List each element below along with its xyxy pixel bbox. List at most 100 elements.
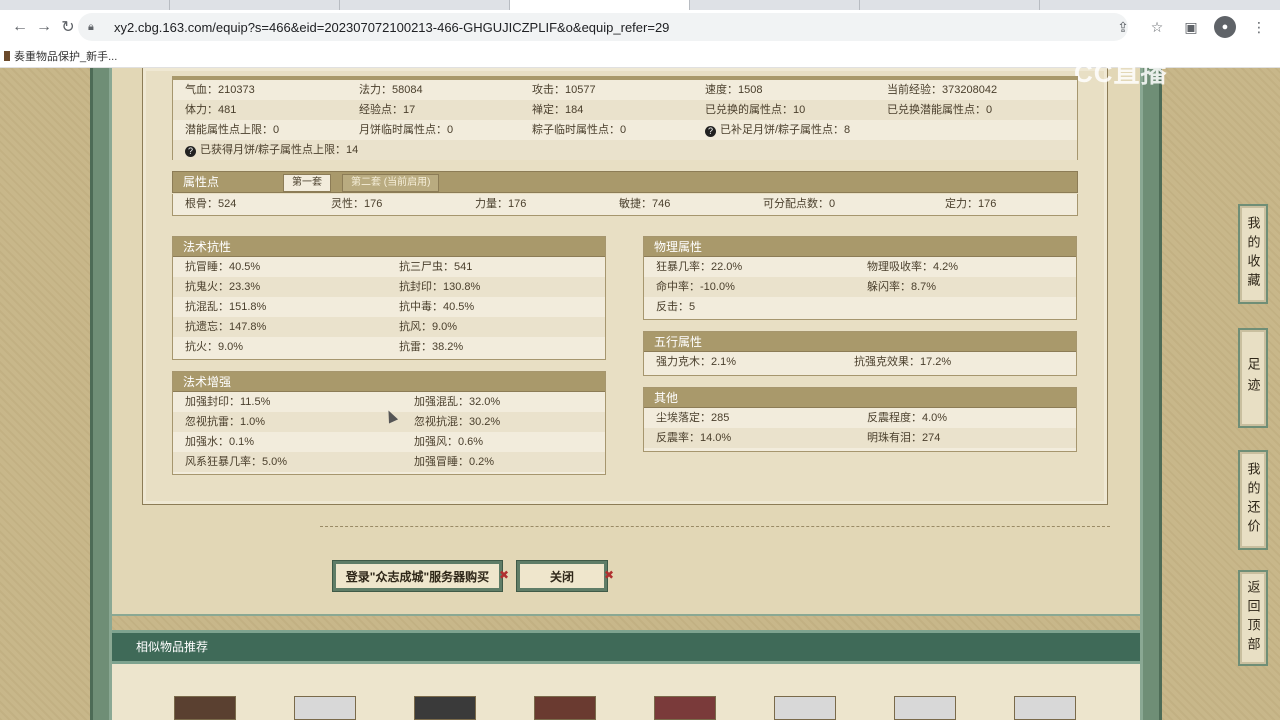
tab-set-1[interactable]: 第一套 xyxy=(283,174,331,192)
watermark-logo: CC直播 xyxy=(1074,58,1168,88)
resist-row: 抗冒睡：40.5% 抗三尸虫：541 xyxy=(173,257,605,277)
recommend-header: 相似物品推荐 xyxy=(112,630,1140,664)
stat-speed: 速度：1508 xyxy=(705,84,763,96)
stat-exchanged-potential: 已兑换潜能属性点：0 xyxy=(887,104,993,116)
stat-exp-points: 经验点：17 xyxy=(359,104,416,116)
close-button-label: 关闭 xyxy=(549,569,574,584)
recommend-item-thumb[interactable] xyxy=(654,696,716,720)
browser-tab[interactable] xyxy=(860,0,1040,10)
stat-mp: 法力：58084 xyxy=(359,84,423,96)
login-server-buy-label: 登录"众志成城"服务器购买 xyxy=(345,569,490,584)
resist-value: 抗火：9.0% xyxy=(185,341,244,353)
nav-my-offers[interactable]: 我的还价 xyxy=(1238,450,1268,550)
stat-attack: 攻击：10577 xyxy=(532,84,596,96)
tab-set-2[interactable]: 第二套 (当前启用) xyxy=(342,174,440,192)
resist-value: 抗中毒：40.5% xyxy=(399,301,475,313)
address-url[interactable]: xy2.cbg.163.com/equip?s=466&eid=20230707… xyxy=(114,20,669,35)
five-elements-box: 五行属性 强力克木：2.1% 抗强克效果：17.2% xyxy=(643,331,1077,376)
other-value: 明珠有泪：274 xyxy=(867,432,941,444)
other-attr-box: 其他 尘埃落定：285 反震程度：4.0% 反震率：14.0% 明珠有泪：274 xyxy=(643,387,1077,452)
spell-enhance-title: 法术增强 xyxy=(173,372,605,392)
enhance-value: 加强水：0.1% xyxy=(185,436,255,448)
physical-value: 反击：5 xyxy=(656,301,696,313)
attr-agility: 敏捷：746 xyxy=(619,198,671,210)
help-icon[interactable]: ? xyxy=(185,146,196,157)
other-value: 尘埃落定：285 xyxy=(656,412,730,424)
browser-tab[interactable] xyxy=(690,0,860,10)
close-button[interactable]: 关闭 ✖ xyxy=(516,560,614,592)
stat-exchanged-points: 已兑换的属性点：10 xyxy=(705,104,806,116)
sidepanel-icon[interactable]: ▣ xyxy=(1180,16,1202,38)
resist-value: 抗鬼火：23.3% xyxy=(185,281,261,293)
physical-attr-box: 物理属性 狂暴几率：22.0% 物理吸收率：4.2% 命中率：-10.0% 躲闪率：… xyxy=(643,236,1077,320)
bookmark-item[interactable]: 奏重物品保护_新手... xyxy=(14,48,117,64)
recommend-item-thumb[interactable] xyxy=(174,696,236,720)
physical-value: 躲闪率：8.7% xyxy=(867,281,937,293)
five-value: 强力克木：2.1% xyxy=(656,356,737,368)
recommend-item-thumb[interactable] xyxy=(294,696,356,720)
browser-tab-active[interactable] xyxy=(510,0,690,10)
share-icon[interactable]: ⇪ xyxy=(1112,16,1134,38)
help-icon[interactable]: ? xyxy=(705,126,716,137)
five-row: 强力克木：2.1% 抗强克效果：17.2% xyxy=(644,352,1076,372)
attr-focus: 定力：176 xyxy=(945,198,997,210)
nav-back-to-top[interactable]: 返回顶部 xyxy=(1238,570,1268,666)
other-value: 反震率：14.0% xyxy=(656,432,732,444)
browser-tab[interactable] xyxy=(170,0,340,10)
stat-stamina: 体力：481 xyxy=(185,104,237,116)
browser-tabstrip xyxy=(0,0,1280,10)
stat-potential-limit: 潜能属性点上限：0 xyxy=(185,124,280,136)
recommend-body xyxy=(112,664,1140,720)
browser-tab[interactable] xyxy=(340,0,510,10)
attr-points-header: 属性点 第一套 第二套 (当前启用) xyxy=(172,171,1078,193)
address-bar[interactable]: 🔒︎ xy2.cbg.163.com/equip?s=466&eid=20230… xyxy=(78,13,1128,41)
stat-mooncake-temp: 月饼临时属性点：0 xyxy=(359,124,454,136)
stat-obtained-limit: ? 已获得月饼/粽子属性点上限：14 xyxy=(185,140,358,160)
attr-points-title: 属性点 xyxy=(183,175,220,189)
spell-resist-title: 法术抗性 xyxy=(173,237,605,257)
enhance-value: 加强冒睡：0.2% xyxy=(414,456,495,468)
star-icon[interactable]: ☆ xyxy=(1146,16,1168,38)
recommend-item-thumb[interactable] xyxy=(1014,696,1076,720)
resist-row: 抗混乱：151.8% 抗中毒：40.5% xyxy=(173,297,605,317)
resist-value: 抗封印：130.8% xyxy=(399,281,481,293)
menu-kebab-icon[interactable]: ⋮ xyxy=(1248,16,1270,38)
recommend-item-thumb[interactable] xyxy=(414,696,476,720)
recommend-item-thumb[interactable] xyxy=(534,696,596,720)
basic-stats-box: 气血：210373 法力：58084 攻击：10577 速度：1508 当前经验… xyxy=(172,76,1078,160)
reload-icon[interactable]: ↻ xyxy=(56,15,80,39)
stats-row: 气血：210373 法力：58084 攻击：10577 速度：1508 当前经验… xyxy=(173,80,1077,100)
enhance-row: 加强水：0.1% 加强风：0.6% xyxy=(173,432,605,452)
stats-row: 潜能属性点上限：0 月饼临时属性点：0 粽子临时属性点：0 ? 已补足月饼/粽子属… xyxy=(173,120,1077,140)
resist-row: 抗火：9.0% 抗雷：38.2% xyxy=(173,337,605,357)
enhance-row: 风系狂暴几率：5.0% 加强冒睡：0.2% xyxy=(173,452,605,472)
enhance-value: 加强风：0.6% xyxy=(414,436,484,448)
enhance-value: 忽视抗混：30.2% xyxy=(414,416,501,428)
attr-strength: 力量：176 xyxy=(475,198,527,210)
forward-arrow-icon[interactable]: → xyxy=(32,15,56,39)
lock-icon[interactable]: 🔒︎ xyxy=(88,21,102,34)
physical-row: 命中率：-10.0% 躲闪率：8.7% xyxy=(644,277,1076,297)
close-x-icon: ✖ xyxy=(498,568,509,582)
recommend-item-thumb[interactable] xyxy=(894,696,956,720)
back-arrow-icon[interactable]: ← xyxy=(8,15,32,39)
stats-row: ? 已获得月饼/粽子属性点上限：14 xyxy=(173,140,1077,160)
stat-zen: 禅定：184 xyxy=(532,104,584,116)
resist-value: 抗冒睡：40.5% xyxy=(185,261,261,273)
stat-filled-points-label: 已补足月饼/粽子属性点：8 xyxy=(720,124,851,136)
profile-avatar-icon[interactable]: ● xyxy=(1214,16,1236,38)
nav-footprints[interactable]: 足迹 xyxy=(1238,328,1268,428)
frame-border-left xyxy=(90,68,112,720)
stat-obtained-limit-label: 已获得月饼/粽子属性点上限：14 xyxy=(200,144,359,156)
stat-filled-points: ? 已补足月饼/粽子属性点：8 xyxy=(705,120,850,140)
physical-attr-title: 物理属性 xyxy=(644,237,1076,257)
five-value: 抗强克效果：17.2% xyxy=(854,356,952,368)
browser-tab[interactable] xyxy=(0,0,170,10)
resist-value: 抗混乱：151.8% xyxy=(185,301,267,313)
stat-hp: 气血：210373 xyxy=(185,84,255,96)
nav-my-favorites[interactable]: 我的收藏 xyxy=(1238,204,1268,304)
login-server-buy-button[interactable]: 登录"众志成城"服务器购买 ✖ xyxy=(332,560,509,592)
resist-value: 抗雷：38.2% xyxy=(399,341,464,353)
recommend-item-thumb[interactable] xyxy=(774,696,836,720)
physical-value: 物理吸收率：4.2% xyxy=(867,261,959,273)
